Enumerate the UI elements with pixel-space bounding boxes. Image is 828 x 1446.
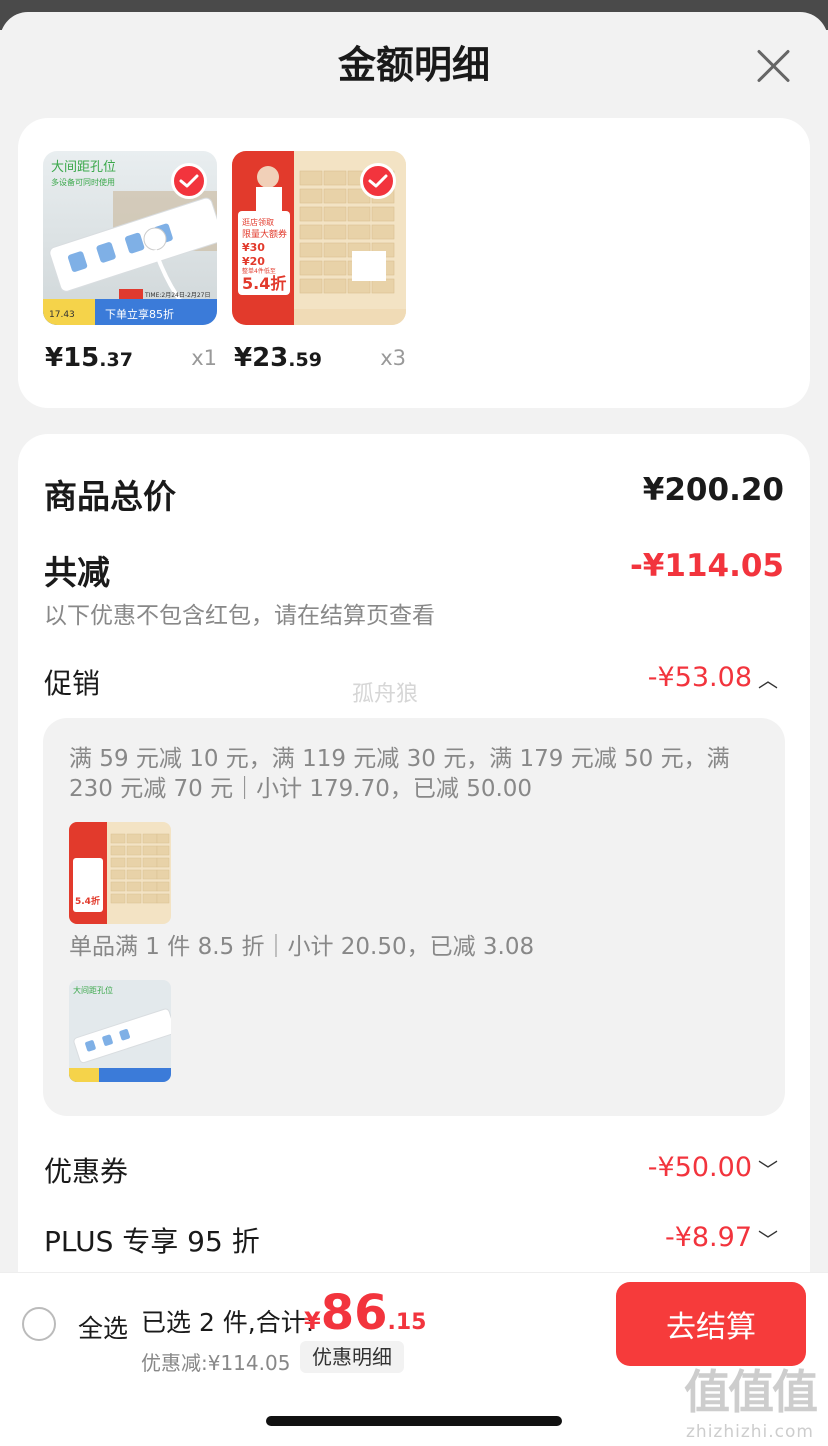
product-item[interactable]: 逛店领取 限量大额券 ¥30 ¥20 整单4件低至 5.4折 ¥23.59 x3 bbox=[232, 151, 406, 373]
checkout-button[interactable]: 去结算 bbox=[616, 1282, 806, 1366]
promo-toggle[interactable]: -¥53.08 ︿ bbox=[648, 662, 778, 693]
svg-text:大间距孔位: 大间距孔位 bbox=[73, 985, 113, 995]
svg-text:限量大额券: 限量大额券 bbox=[242, 228, 287, 240]
svg-text:TIME:2月24日-2月27日: TIME:2月24日-2月27日 bbox=[144, 292, 211, 299]
price-row: ¥23.59 x3 bbox=[234, 343, 406, 383]
products-card: 17.43 下单立享85折 大间距孔位 多设备可同时使用 TIME:2月24日-… bbox=[18, 118, 810, 408]
product-item[interactable]: 17.43 下单立享85折 大间距孔位 多设备可同时使用 TIME:2月24日-… bbox=[43, 151, 217, 373]
site-watermark: 值值值 zhizhizhi.com bbox=[680, 1356, 820, 1442]
svg-text:逛店领取: 逛店领取 bbox=[242, 217, 274, 227]
price-row: ¥15.37 x1 bbox=[45, 343, 217, 383]
product-thumbnail-tissue: 逛店领取 限量大额券 ¥30 ¥20 整单4件低至 5.4折 bbox=[232, 151, 406, 325]
svg-text:5.4折: 5.4折 bbox=[242, 274, 286, 293]
user-watermark: 孤舟狼 bbox=[352, 682, 419, 707]
select-all-checkbox[interactable] bbox=[22, 1307, 56, 1341]
svg-text:5.4折: 5.4折 bbox=[75, 895, 100, 907]
promo-value: -¥53.08 bbox=[647, 662, 752, 693]
product-price: ¥15.37 bbox=[45, 343, 133, 373]
promo-label: 促销 bbox=[44, 667, 101, 700]
plus-discount-toggle[interactable]: -¥8.97 ﹀ bbox=[665, 1222, 778, 1253]
site-domain: zhizhizhi.com bbox=[686, 1422, 814, 1442]
reduce-value: -¥114.05 bbox=[629, 548, 784, 584]
coupon-toggle[interactable]: -¥50.00 ﹀ bbox=[648, 1152, 778, 1183]
close-icon[interactable] bbox=[752, 44, 796, 88]
reduce-label: 共减 bbox=[44, 553, 110, 592]
svg-text:17.43: 17.43 bbox=[49, 310, 75, 320]
site-logo: 值值值 bbox=[684, 1365, 818, 1419]
select-all-label[interactable]: 全选 bbox=[78, 1309, 128, 1345]
home-indicator[interactable] bbox=[266, 1416, 562, 1426]
selected-check-icon[interactable] bbox=[171, 163, 207, 199]
product-qty: x1 bbox=[191, 346, 217, 370]
total-value: ¥200.20 bbox=[642, 472, 784, 508]
discount-detail-button[interactable]: 优惠明细 bbox=[300, 1341, 404, 1373]
svg-text:¥30: ¥30 bbox=[242, 241, 265, 254]
promo-rule-text: 满 59 元减 10 元，满 119 元减 30 元，满 179 元减 50 元… bbox=[69, 746, 730, 802]
svg-text:¥20: ¥20 bbox=[242, 255, 265, 268]
product-price: ¥23.59 bbox=[234, 343, 322, 373]
svg-text:大间距孔位: 大间距孔位 bbox=[51, 160, 116, 175]
discount-summary: 优惠减:¥114.05 bbox=[141, 1351, 291, 1375]
promo-detail-box: 满 59 元减 10 元，满 119 元减 30 元，满 179 元减 50 元… bbox=[43, 718, 785, 1116]
promo-product-thumbnail-power-strip: 大间距孔位 bbox=[69, 980, 171, 1082]
total-label: 商品总价 bbox=[44, 477, 176, 516]
svg-text:下单立享85折: 下单立享85折 bbox=[105, 307, 174, 321]
chevron-up-icon: ︿ bbox=[758, 668, 778, 692]
total-price: ¥86.15 bbox=[304, 1285, 427, 1341]
sheet-title: 金额明细 bbox=[337, 43, 490, 87]
chevron-down-icon: ﹀ bbox=[758, 1158, 778, 1182]
plus-discount-label: PLUS 专享 95 折 bbox=[44, 1225, 260, 1258]
selected-count-text: 已选 2 件,合计: bbox=[141, 1308, 315, 1337]
product-thumbnail-power-strip: 17.43 下单立享85折 大间距孔位 多设备可同时使用 TIME:2月24日-… bbox=[43, 151, 217, 325]
selected-check-icon[interactable] bbox=[360, 163, 396, 199]
svg-text:多设备可同时使用: 多设备可同时使用 bbox=[51, 177, 115, 187]
reduce-note: 以下优惠不包含红包，请在结算页查看 bbox=[44, 603, 435, 629]
promo-rule-text: 单品满 1 件 8.5 折｜小计 20.50，已减 3.08 bbox=[69, 934, 535, 960]
promo-product-thumbnail-tissue: 5.4折 bbox=[69, 822, 171, 924]
chevron-down-icon: ﹀ bbox=[758, 1228, 778, 1252]
coupon-value: -¥50.00 bbox=[647, 1152, 752, 1183]
coupon-label: 优惠券 bbox=[44, 1155, 129, 1188]
plus-discount-value: -¥8.97 bbox=[664, 1222, 752, 1253]
product-qty: x3 bbox=[380, 346, 406, 370]
